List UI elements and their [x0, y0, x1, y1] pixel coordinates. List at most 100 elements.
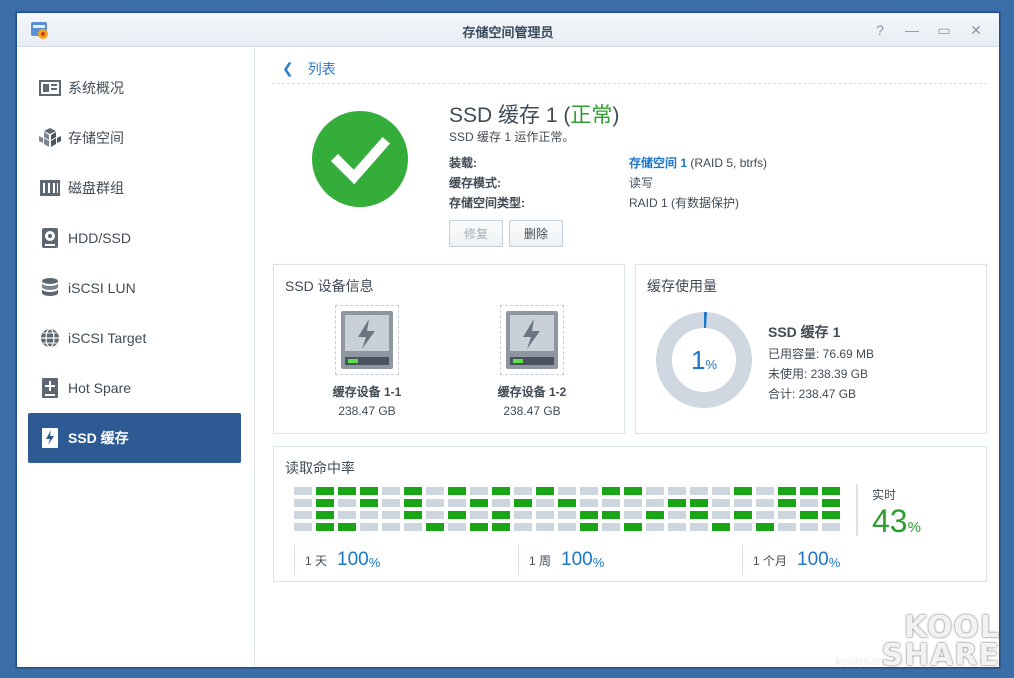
hit-cell [822, 487, 840, 495]
plus-box-icon [38, 376, 62, 400]
back-to-list-link[interactable]: 列表 [308, 59, 336, 79]
chevron-left-icon[interactable]: ❮ [282, 60, 294, 77]
miss-cell [756, 487, 774, 495]
sidebar: 系统概况 存储空间 磁盘群组 HDD/SSD iSCSI LUN iSCSI T… [17, 48, 255, 667]
miss-cell [580, 487, 598, 495]
period-month: 1 个月 100% [742, 545, 840, 575]
hit-cell [668, 499, 686, 507]
ssd-device-size: 238.47 GB [338, 404, 396, 418]
sidebar-item-overview[interactable]: 系统概况 [28, 63, 241, 113]
hit-cell [492, 511, 510, 519]
hit-cell [448, 511, 466, 519]
hit-cell [778, 487, 796, 495]
ssd-device-1: 缓存设备 1-1 238.47 GB [292, 305, 442, 418]
hit-cell [316, 499, 334, 507]
cubes-icon [38, 126, 62, 150]
sidebar-item-storage-volume[interactable]: 存储空间 [28, 113, 241, 163]
miss-cell [668, 523, 686, 531]
cache-usage-card: 缓存使用量 1% SSD 缓存 1 已用容量: 76.69 MB 未使用: 23… [635, 264, 987, 434]
miss-cell [404, 523, 422, 531]
miss-cell [778, 511, 796, 519]
period-pct: % [592, 555, 605, 570]
sidebar-item-iscsi-lun[interactable]: iSCSI LUN [28, 263, 241, 313]
realtime-value-sign: % [907, 519, 921, 536]
maximize-icon[interactable]: ▭ [931, 19, 957, 41]
miss-cell [426, 487, 444, 495]
sidebar-item-ssd-cache[interactable]: SSD 缓存 [28, 413, 241, 463]
database-icon [38, 276, 62, 300]
hit-cell [360, 499, 378, 507]
status-text: 正常 [570, 104, 613, 127]
miss-cell [448, 523, 466, 531]
miss-cell [624, 511, 642, 519]
globe-icon [38, 326, 62, 350]
volume-link[interactable]: 存储空间 1 [629, 156, 687, 170]
sidebar-item-label: SSD 缓存 [68, 430, 129, 446]
hit-cell [404, 499, 422, 507]
cache-mode-value: 读写 [629, 176, 654, 190]
sidebar-item-disk-group[interactable]: 磁盘群组 [28, 163, 241, 213]
sidebar-item-hot-spare[interactable]: Hot Spare [28, 363, 241, 413]
miss-cell [360, 511, 378, 519]
storage-manager-window: 存储空间管理员 ? — ▭ ✕ 系统概况 存储空间 磁盘群组 HDD/SSD i… [16, 12, 1000, 668]
title-bar[interactable]: 存储空间管理员 ? — ▭ ✕ [17, 13, 999, 47]
help-icon[interactable]: ? [867, 19, 893, 41]
hit-cell [470, 523, 488, 531]
hit-cell [624, 523, 642, 531]
hit-cell [646, 511, 664, 519]
hit-cell [800, 511, 818, 519]
sidebar-item-label: 存储空间 [68, 130, 124, 146]
sidebar-item-label: 系统概况 [68, 80, 124, 96]
sidebar-item-label: iSCSI LUN [68, 280, 136, 296]
sidebar-item-hdd-ssd[interactable]: HDD/SSD [28, 213, 241, 263]
ssd-device-size: 238.47 GB [503, 404, 561, 418]
status-ok-icon [312, 111, 408, 207]
period-pct: % [828, 555, 841, 570]
sidebar-item-label: Hot Spare [68, 380, 132, 396]
miss-cell [382, 511, 400, 519]
cache-name: SSD 缓存 1 [449, 104, 558, 127]
miss-cell [646, 487, 664, 495]
period-value: 100 [797, 549, 829, 570]
hit-cell [448, 487, 466, 495]
miss-cell [470, 511, 488, 519]
realtime-label: 实时 [872, 488, 897, 502]
miss-cell [668, 511, 686, 519]
sidebar-item-iscsi-target[interactable]: iSCSI Target [28, 313, 241, 363]
hit-cell [338, 487, 356, 495]
hit-cell [800, 487, 818, 495]
miss-cell [712, 499, 730, 507]
hit-cell [470, 499, 488, 507]
miss-cell [624, 499, 642, 507]
cache-title: SSD 缓存 1 (正常) [449, 99, 619, 129]
miss-cell [382, 487, 400, 495]
total-capacity: 合计: 238.47 GB [768, 387, 857, 401]
period-week: 1 周 100% [518, 545, 604, 575]
miss-cell [492, 499, 510, 507]
mount-detail: (RAID 5, btrfs) [687, 156, 768, 170]
used-capacity: 已用容量: 76.69 MB [768, 347, 875, 361]
delete-button[interactable]: 删除 [509, 220, 563, 247]
miss-cell [712, 487, 730, 495]
status-open-paren: ( [557, 104, 571, 127]
ssd-device-name: 缓存设备 1-2 [497, 385, 567, 399]
minimize-icon[interactable]: — [899, 19, 925, 41]
ssd-drive-icon [335, 305, 399, 375]
volume-type-value: RAID 1 (有数据保护) [629, 196, 740, 210]
hit-cell [514, 499, 532, 507]
cache-subtitle: SSD 缓存 1 运作正常。 [449, 130, 575, 144]
miss-cell [514, 523, 532, 531]
close-icon[interactable]: ✕ [963, 19, 989, 41]
ssd-cache-icon [38, 426, 62, 450]
watermark-logo: KOOL SHARE [881, 613, 1000, 671]
cache-mode-label: 缓存模式: [449, 176, 501, 190]
ssd-info-title: SSD 设备信息 [285, 278, 374, 294]
miss-cell [338, 511, 356, 519]
miss-cell [756, 511, 774, 519]
hit-cell [492, 523, 510, 531]
miss-cell [382, 523, 400, 531]
miss-cell [712, 511, 730, 519]
miss-cell [822, 523, 840, 531]
repair-button[interactable]: 修复 [449, 220, 503, 247]
mount-value: 存储空间 1 (RAID 5, btrfs) [629, 154, 767, 171]
